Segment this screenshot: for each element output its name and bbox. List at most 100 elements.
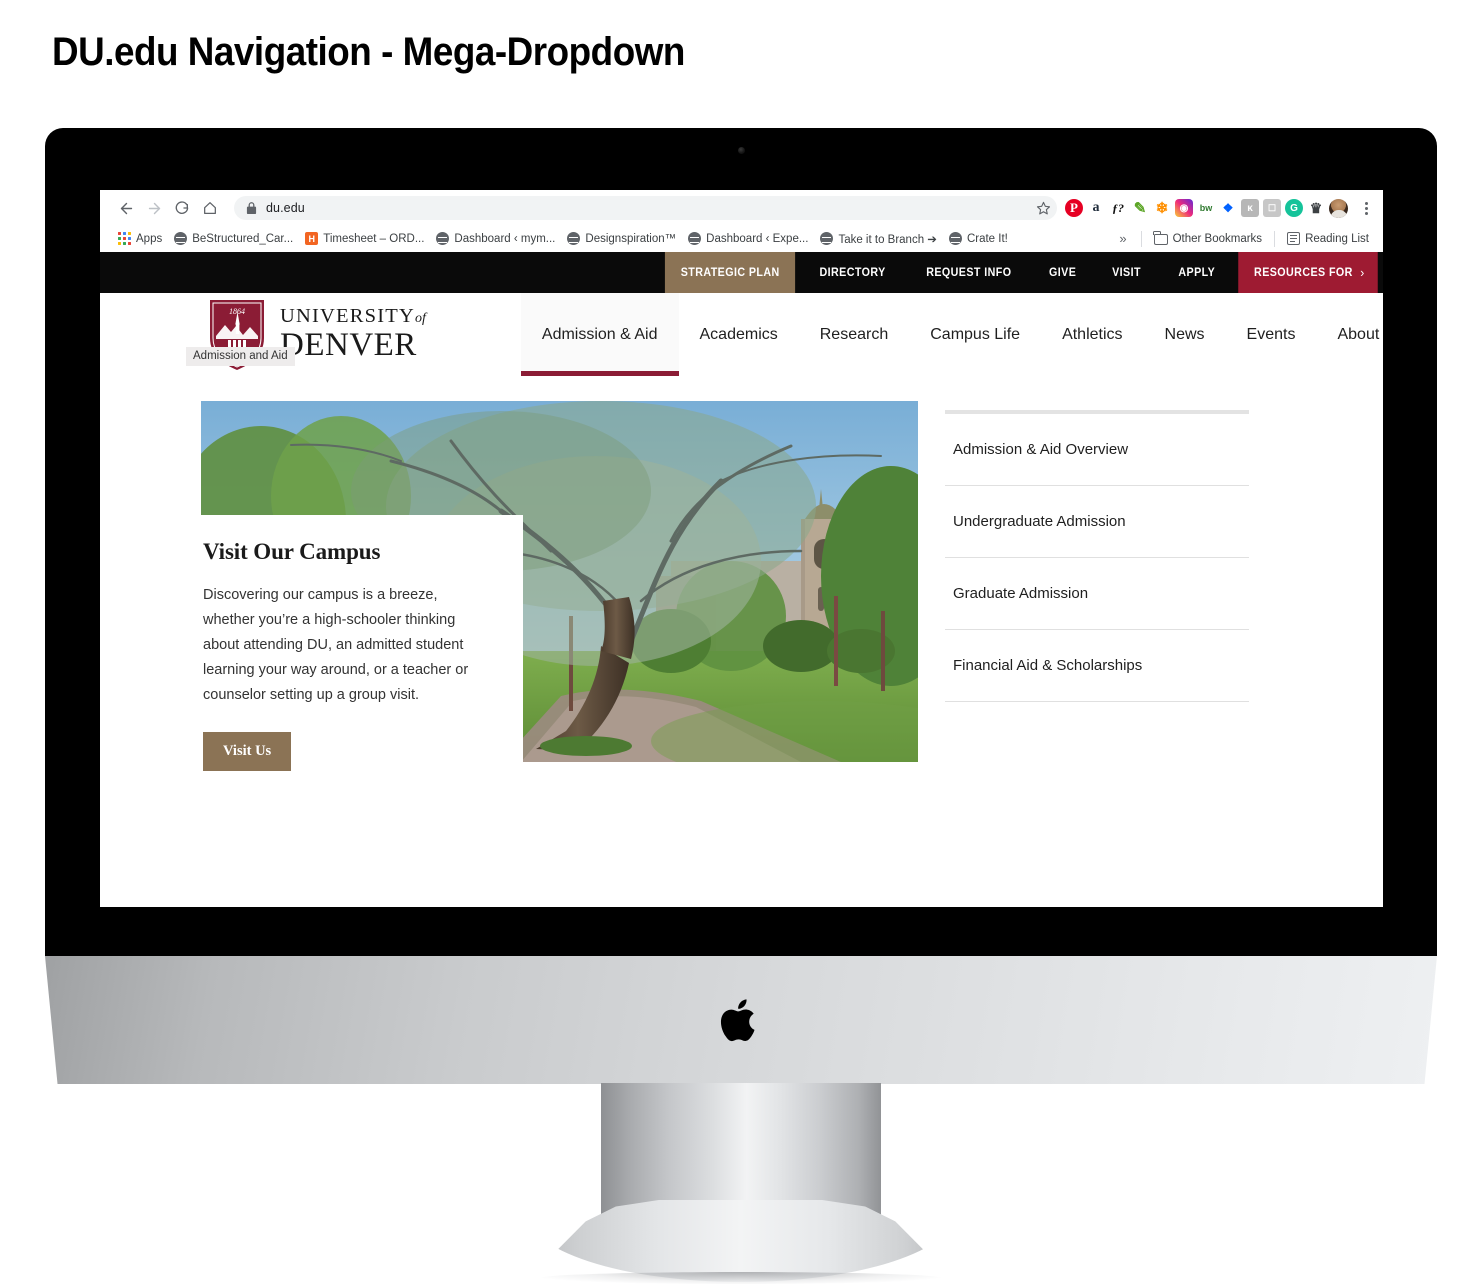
wordmark-line-1: UNIVERSITYof: [280, 306, 426, 327]
instagram-extension[interactable]: ◉: [1175, 199, 1193, 217]
divider: [1140, 230, 1142, 247]
nav-link-academics[interactable]: Academics: [679, 293, 799, 376]
nav-link-athletics[interactable]: Athletics: [1041, 293, 1143, 376]
nav-link-admission-aid[interactable]: Admission & Aid: [520, 293, 679, 376]
chrome-menu-icon[interactable]: [1357, 201, 1375, 215]
nav-link-label: Academics: [699, 325, 778, 343]
utility-nav: STRATEGIC PLAN DIRECTORY REQUEST INFO GI…: [100, 252, 1383, 293]
utility-nav-label: VISIT: [1112, 266, 1142, 279]
back-arrow-icon[interactable]: [112, 194, 140, 222]
globe-icon: [688, 232, 702, 245]
menu-item-graduate-admission[interactable]: Graduate Admission: [945, 558, 1249, 630]
menu-item-financial-aid-scholarships[interactable]: Financial Aid & Scholarships: [945, 630, 1249, 702]
bitwarden-extension[interactable]: bw: [1197, 199, 1215, 217]
bookmark-timesheet[interactable]: H Timesheet – ORD...: [299, 230, 430, 247]
honey-extension[interactable]: ❄: [1153, 199, 1171, 217]
visit-us-button[interactable]: Visit Us: [203, 731, 292, 771]
imac-stand-foot: [525, 1200, 956, 1282]
bookmark-label: Dashboard ‹ Expe...: [706, 232, 809, 245]
reload-icon[interactable]: [168, 194, 196, 222]
nav-link-events[interactable]: Events: [1226, 293, 1317, 376]
amazon-extension[interactable]: a: [1087, 199, 1105, 217]
nav-link-label: Athletics: [1062, 325, 1123, 343]
bookmark-label: Timesheet – ORD...: [323, 232, 425, 245]
globe-icon: [436, 232, 450, 245]
utility-nav-request-info[interactable]: REQUEST INFO: [910, 252, 1027, 293]
bookmark-star-icon[interactable]: [1036, 201, 1051, 216]
mega-promo: Visit Our Campus Discovering our campus …: [201, 401, 918, 803]
screen: du.edu P a ƒ? ✎ ❄ ◉ bw ❖ κ ☐ G ♛ Apps Be…: [100, 190, 1383, 907]
nav-link-label: Campus Life: [930, 325, 1021, 343]
utility-nav-visit[interactable]: VISIT: [1097, 252, 1157, 293]
utility-nav-resources-for[interactable]: RESOURCES FOR ›: [1238, 252, 1378, 293]
evernote-extension[interactable]: ✎: [1131, 199, 1149, 217]
nav-link-label: Research: [819, 325, 889, 343]
nav-link-news[interactable]: News: [1144, 293, 1226, 376]
nav-link-label: News: [1164, 325, 1205, 343]
promo-heading: Visit Our Campus: [203, 539, 381, 564]
bookmarks-overflow-icon[interactable]: »: [1111, 231, 1134, 246]
utility-nav-give[interactable]: GIVE: [1033, 252, 1092, 293]
imac-device: du.edu P a ƒ? ✎ ❄ ◉ bw ❖ κ ☐ G ♛ Apps Be…: [45, 128, 1437, 956]
bookmark-label: Designspiration™: [585, 232, 677, 245]
nav-link-research[interactable]: Research: [799, 293, 909, 376]
svg-text:1864: 1864: [229, 307, 245, 316]
mega-menu-list: Admission & Aid Overview Undergraduate A…: [945, 401, 1249, 762]
globe-icon: [174, 232, 188, 245]
bookmark-bestructured[interactable]: BeStructured_Car...: [168, 230, 299, 247]
menu-item-label: Undergraduate Admission: [953, 513, 1126, 530]
reading-list-button[interactable]: Reading List: [1281, 230, 1375, 247]
harvest-icon: H: [305, 232, 319, 245]
promo-body: Discovering our campus is a breeze, whet…: [203, 587, 469, 703]
bookmark-label: BeStructured_Car...: [192, 232, 294, 245]
bookmark-label: Dashboard ‹ mym...: [454, 232, 556, 245]
bookmark-crate-it[interactable]: Crate It!: [943, 230, 1014, 247]
bookmark-label: Apps: [136, 232, 163, 245]
utility-nav-label: GIVE: [1049, 266, 1077, 279]
utility-nav-label: RESOURCES FOR: [1254, 266, 1353, 279]
bookmark-designspiration[interactable]: Designspiration™: [561, 230, 682, 247]
utility-nav-apply[interactable]: APPLY: [1162, 252, 1230, 293]
promo-card: Visit Our Campus Discovering our campus …: [201, 515, 523, 803]
menu-item-label: Financial Aid & Scholarships: [953, 657, 1143, 674]
grammarly-extension[interactable]: G: [1285, 199, 1303, 217]
bookmark-apps[interactable]: Apps: [112, 230, 168, 247]
nav-tooltip: Admission and Aid: [186, 347, 295, 366]
utility-nav-directory[interactable]: DIRECTORY: [804, 252, 902, 293]
address-bar[interactable]: du.edu: [234, 196, 1057, 220]
menu-item-undergraduate-admission[interactable]: Undergraduate Admission: [945, 486, 1249, 558]
nav-link-campus-life[interactable]: Campus Life: [909, 293, 1041, 376]
bookmark-dashboard-mym[interactable]: Dashboard ‹ mym...: [430, 230, 561, 247]
website-viewport: STRATEGIC PLAN DIRECTORY REQUEST INFO GI…: [100, 252, 1383, 907]
menu-item-label: Admission & Aid Overview: [953, 441, 1129, 458]
bookmarks-bar: Apps BeStructured_Car... H Timesheet – O…: [100, 226, 1383, 252]
pinterest-extension[interactable]: P: [1065, 199, 1083, 217]
menu-item-admission-aid-overview[interactable]: Admission & Aid Overview: [945, 414, 1249, 486]
bookmark-take-it-to-branch[interactable]: Take it to Branch ➔: [814, 230, 943, 248]
webcam-icon: [737, 147, 745, 154]
bookmark-dashboard-expe[interactable]: Dashboard ‹ Expe...: [682, 230, 814, 247]
utility-nav-label: REQUEST INFO: [925, 266, 1011, 279]
globe-icon: [948, 232, 962, 245]
folder-icon: [1153, 231, 1168, 245]
kayak-extension[interactable]: κ: [1241, 199, 1259, 217]
user-avatar[interactable]: [1329, 198, 1348, 218]
nav-link-label: About: [1337, 325, 1380, 343]
home-icon[interactable]: [196, 194, 224, 222]
nav-link-about[interactable]: About: [1316, 293, 1383, 376]
other-bookmarks-label: Other Bookmarks: [1172, 232, 1263, 245]
utility-nav-strategic-plan[interactable]: STRATEGIC PLAN: [664, 252, 796, 293]
bookmarks-bar-right: » Other Bookmarks Reading List: [1111, 230, 1375, 247]
grammarly-alt-extension[interactable]: ☐: [1263, 199, 1281, 217]
lock-icon: [246, 201, 257, 215]
forward-arrow-icon[interactable]: [140, 194, 168, 222]
site-wordmark: UNIVERSITYof DENVER: [280, 306, 426, 362]
primary-nav-links: Admission & Aid Academics Research Campu…: [520, 293, 1383, 376]
browser-window: du.edu P a ƒ? ✎ ❄ ◉ bw ❖ κ ☐ G ♛ Apps Be…: [100, 190, 1383, 907]
imac-stand-shadow: [540, 1272, 941, 1284]
puzzle-extension[interactable]: ♛: [1307, 199, 1325, 217]
dropbox-extension[interactable]: ❖: [1219, 199, 1237, 217]
other-bookmarks-button[interactable]: Other Bookmarks: [1148, 231, 1268, 247]
bookmark-label: Take it to Branch ➔: [838, 233, 937, 246]
fontface-extension[interactable]: ƒ?: [1109, 199, 1127, 217]
